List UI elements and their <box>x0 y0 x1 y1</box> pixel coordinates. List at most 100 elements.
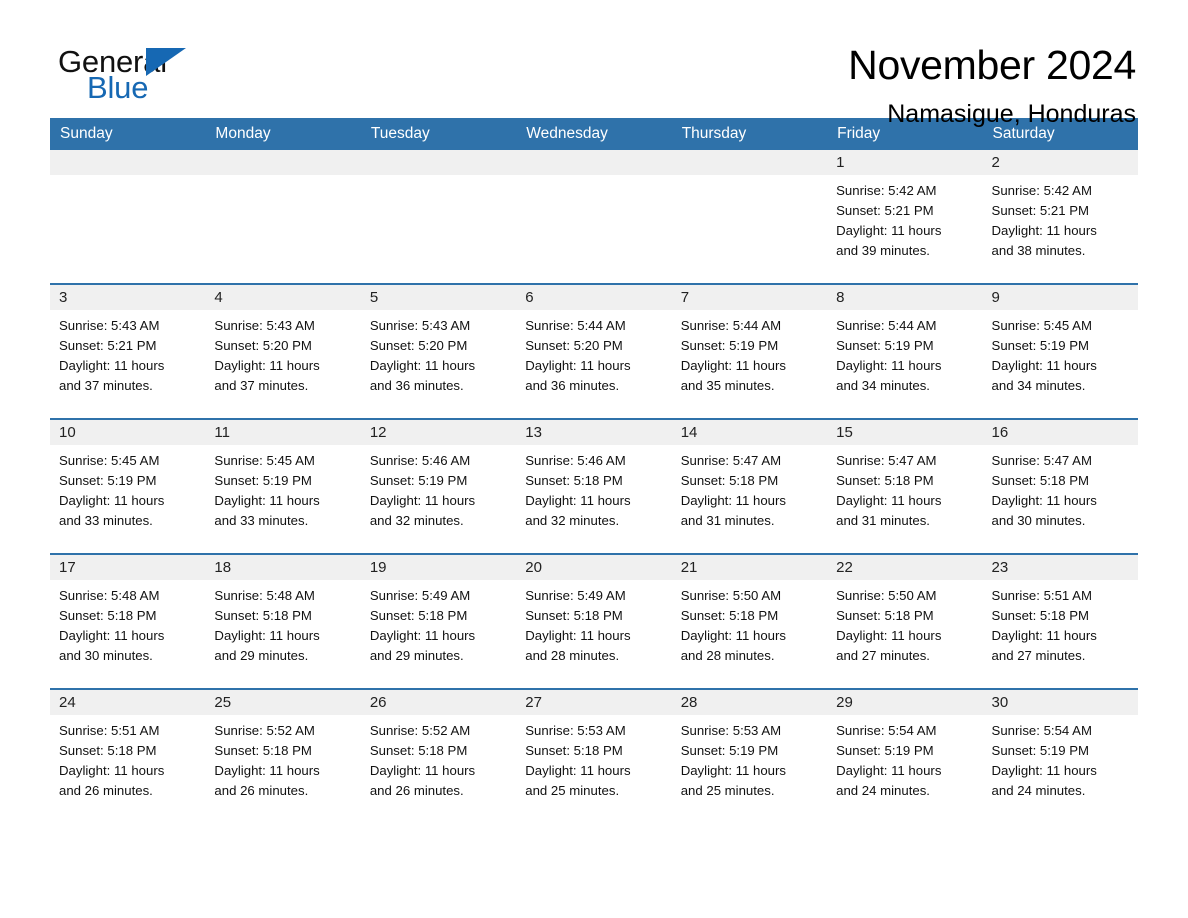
day-number: 10 <box>50 420 206 445</box>
daylight-duration-line1: Daylight: 11 hours <box>991 763 1097 778</box>
day-number: 20 <box>516 555 672 580</box>
day-details: Sunrise: 5:47 AM Sunset: 5:18 PM Daylight:… <box>983 445 1138 531</box>
day-number: 14 <box>671 420 828 445</box>
sunrise-time: Sunrise: 5:44 AM <box>680 318 782 333</box>
day-number: 25 <box>205 690 361 715</box>
day-cell-content: 27 Sunrise: 5:53 AM Sunset: 5:18 PM Dayligh… <box>516 690 672 823</box>
calendar-day-cell[interactable]: 1 Sunrise: 5:42 AM Sunset: 5:21 PM Daylight… <box>827 150 983 285</box>
calendar-day-cell[interactable]: 26 Sunrise: 5:52 AM Sunset: 5:18 PM Dayligh… <box>360 689 517 823</box>
sunrise-time: Sunrise: 5:42 AM <box>991 183 1092 198</box>
sunset-time: Sunset: 5:18 PM <box>991 608 1090 623</box>
sunrise-time: Sunrise: 5:47 AM <box>991 453 1092 468</box>
daylight-duration-line2: and 33 minutes. <box>214 513 309 528</box>
calendar-day-cell[interactable]: 3 Sunrise: 5:43 AM Sunset: 5:21 PM Daylight… <box>50 284 206 420</box>
daylight-duration-line1: Daylight: 11 hours <box>369 628 476 643</box>
calendar-day-cell[interactable]: 21 Sunrise: 5:50 AM Sunset: 5:18 PM Dayligh… <box>671 554 828 690</box>
calendar-day-cell[interactable]: 6 Sunrise: 5:44 AM Sunset: 5:20 PM Daylight… <box>516 284 672 420</box>
calendar-day-cell[interactable]: 10 Sunrise: 5:45 AM Sunset: 5:19 PM Dayligh… <box>50 419 206 555</box>
sunrise-time: Sunrise: 5:52 AM <box>214 723 315 738</box>
sunset-time: Sunset: 5:21 PM <box>991 203 1090 218</box>
calendar-day-cell[interactable]: 28 Sunrise: 5:53 AM Sunset: 5:19 PM Dayligh… <box>671 689 828 823</box>
daylight-duration-line2: and 24 minutes. <box>836 783 930 798</box>
calendar-day-cell[interactable]: 27 Sunrise: 5:53 AM Sunset: 5:18 PM Dayligh… <box>516 689 672 823</box>
sunrise-time: Sunrise: 5:45 AM <box>991 318 1092 333</box>
daylight-duration-line2: and 32 minutes. <box>525 513 620 528</box>
day-number: 28 <box>671 690 828 715</box>
day-number: 2 <box>982 150 1138 175</box>
calendar-day-cell[interactable]: 18 Sunrise: 5:48 AM Sunset: 5:18 PM Dayligh… <box>205 554 361 690</box>
weekday-header-monday: Monday <box>205 118 361 150</box>
calendar-day-cell[interactable]: 8 Sunrise: 5:44 AM Sunset: 5:19 PM Daylight… <box>827 284 983 420</box>
daylight-duration-line2: and 32 minutes. <box>369 513 464 528</box>
daylight-duration-line1: Daylight: 11 hours <box>680 493 786 508</box>
calendar-day-cell[interactable]: 5 Sunrise: 5:43 AM Sunset: 5:20 PM Daylight… <box>360 284 517 420</box>
sunrise-time: Sunrise: 5:44 AM <box>525 318 626 333</box>
day-details: Sunrise: 5:45 AM Sunset: 5:19 PM Daylight:… <box>50 445 205 531</box>
day-number: 9 <box>982 285 1138 310</box>
calendar-day-cell[interactable]: 24 Sunrise: 5:51 AM Sunset: 5:18 PM Dayligh… <box>50 689 206 823</box>
daylight-duration-line2: and 27 minutes. <box>991 648 1086 663</box>
day-cell-content: 24 Sunrise: 5:51 AM Sunset: 5:18 PM Dayligh… <box>50 690 206 823</box>
daylight-duration-line1: Daylight: 11 hours <box>214 763 320 778</box>
day-number: 23 <box>982 555 1138 580</box>
calendar-day-cell[interactable]: 23 Sunrise: 5:51 AM Sunset: 5:18 PM Dayligh… <box>982 554 1138 690</box>
calendar-day-cell[interactable]: 25 Sunrise: 5:52 AM Sunset: 5:18 PM Dayligh… <box>205 689 361 823</box>
sunset-time: Sunset: 5:18 PM <box>525 473 623 488</box>
day-number: 19 <box>360 555 517 580</box>
daylight-duration-line2: and 26 minutes. <box>214 783 309 798</box>
daylight-duration-line1: Daylight: 11 hours <box>214 358 320 373</box>
day-cell-content: 4 Sunrise: 5:43 AM Sunset: 5:20 PM Daylight… <box>205 285 361 418</box>
day-cell-content: 8 Sunrise: 5:44 AM Sunset: 5:19 PM Daylight… <box>827 285 983 418</box>
day-details: Sunrise: 5:54 AM Sunset: 5:19 PM Daylight:… <box>983 715 1138 801</box>
sunrise-time: Sunrise: 5:46 AM <box>369 453 471 468</box>
day-cell-content: 1 Sunrise: 5:42 AM Sunset: 5:21 PM Daylight… <box>827 150 983 283</box>
generalblue-logo[interactable]: General Blue <box>50 42 200 108</box>
calendar-day-cell[interactable]: 17 Sunrise: 5:48 AM Sunset: 5:18 PM Dayligh… <box>50 554 206 690</box>
calendar-day-cell[interactable]: 7 Sunrise: 5:44 AM Sunset: 5:19 PM Daylight… <box>671 284 828 420</box>
page-header: General Blue November 2024 Namasigue, Ho… <box>50 0 1138 128</box>
sunset-time: Sunset: 5:18 PM <box>680 473 779 488</box>
calendar-week-row: 10 Sunrise: 5:45 AM Sunset: 5:19 PM Dayligh… <box>50 419 1138 555</box>
calendar-day-cell[interactable]: 15 Sunrise: 5:47 AM Sunset: 5:18 PM Dayligh… <box>827 419 983 555</box>
sunset-time: Sunset: 5:18 PM <box>214 743 312 758</box>
calendar-day-cell[interactable]: 2 Sunrise: 5:42 AM Sunset: 5:21 PM Daylight… <box>982 150 1138 285</box>
calendar-day-cell[interactable]: 19 Sunrise: 5:49 AM Sunset: 5:18 PM Dayligh… <box>360 554 517 690</box>
day-cell-content: 23 Sunrise: 5:51 AM Sunset: 5:18 PM Dayligh… <box>982 555 1138 688</box>
empty-day <box>50 150 206 283</box>
day-cell-content: 9 Sunrise: 5:45 AM Sunset: 5:19 PM Daylight… <box>982 285 1138 418</box>
calendar-day-cell[interactable]: 13 Sunrise: 5:46 AM Sunset: 5:18 PM Dayligh… <box>516 419 672 555</box>
day-details: Sunrise: 5:53 AM Sunset: 5:18 PM Daylight:… <box>516 715 671 801</box>
day-details: Sunrise: 5:44 AM Sunset: 5:20 PM Daylight:… <box>516 310 671 396</box>
calendar-week-row: 24 Sunrise: 5:51 AM Sunset: 5:18 PM Dayligh… <box>50 689 1138 823</box>
day-cell-content: 16 Sunrise: 5:47 AM Sunset: 5:18 PM Dayligh… <box>982 420 1138 553</box>
calendar-week-row: 1 Sunrise: 5:42 AM Sunset: 5:21 PM Daylight… <box>50 150 1138 285</box>
calendar-day-cell[interactable]: 4 Sunrise: 5:43 AM Sunset: 5:20 PM Daylight… <box>205 284 361 420</box>
calendar-day-cell[interactable]: 29 Sunrise: 5:54 AM Sunset: 5:19 PM Dayligh… <box>827 689 983 823</box>
calendar-day-cell[interactable]: 9 Sunrise: 5:45 AM Sunset: 5:19 PM Daylight… <box>982 284 1138 420</box>
day-details: Sunrise: 5:46 AM Sunset: 5:18 PM Daylight:… <box>516 445 671 531</box>
daylight-duration-line1: Daylight: 11 hours <box>836 493 942 508</box>
daylight-duration-line2: and 35 minutes. <box>680 378 775 393</box>
day-number: 5 <box>360 285 517 310</box>
sunrise-time: Sunrise: 5:43 AM <box>214 318 315 333</box>
day-details: Sunrise: 5:44 AM Sunset: 5:19 PM Daylight:… <box>672 310 827 396</box>
day-number: 12 <box>360 420 517 445</box>
daylight-duration-line2: and 38 minutes. <box>991 243 1086 258</box>
day-number: 8 <box>827 285 983 310</box>
daylight-duration-line1: Daylight: 11 hours <box>59 628 165 643</box>
calendar-day-cell[interactable]: 16 Sunrise: 5:47 AM Sunset: 5:18 PM Dayligh… <box>982 419 1138 555</box>
day-details: Sunrise: 5:43 AM Sunset: 5:21 PM Daylight:… <box>50 310 205 396</box>
calendar-day-cell[interactable]: 12 Sunrise: 5:46 AM Sunset: 5:19 PM Dayligh… <box>360 419 517 555</box>
calendar-day-cell[interactable]: 30 Sunrise: 5:54 AM Sunset: 5:19 PM Dayligh… <box>982 689 1138 823</box>
day-cell-content: 10 Sunrise: 5:45 AM Sunset: 5:19 PM Dayligh… <box>50 420 206 553</box>
calendar-day-cell[interactable]: 22 Sunrise: 5:50 AM Sunset: 5:18 PM Dayligh… <box>827 554 983 690</box>
sunrise-time: Sunrise: 5:43 AM <box>59 318 160 333</box>
calendar-day-cell[interactable]: 20 Sunrise: 5:49 AM Sunset: 5:18 PM Dayligh… <box>516 554 672 690</box>
day-number: 7 <box>671 285 828 310</box>
day-details: Sunrise: 5:52 AM Sunset: 5:18 PM Daylight:… <box>361 715 516 801</box>
calendar-day-cell[interactable]: 11 Sunrise: 5:45 AM Sunset: 5:19 PM Dayligh… <box>205 419 361 555</box>
sunset-time: Sunset: 5:19 PM <box>369 473 468 488</box>
calendar-day-cell[interactable]: 14 Sunrise: 5:47 AM Sunset: 5:18 PM Dayligh… <box>671 419 828 555</box>
sunrise-time: Sunrise: 5:47 AM <box>680 453 782 468</box>
day-number: 26 <box>360 690 517 715</box>
